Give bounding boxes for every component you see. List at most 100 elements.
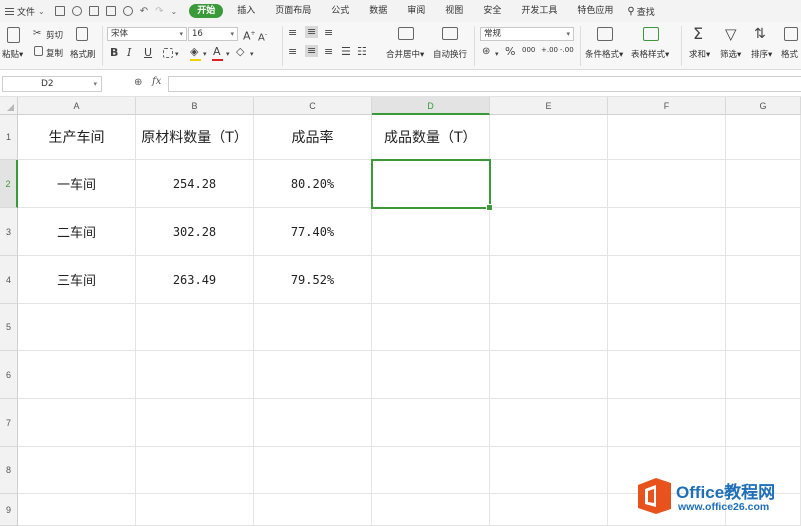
row-header-9[interactable]: 9 (0, 494, 18, 526)
tab-special[interactable]: 特色应用 (567, 0, 623, 22)
undo-icon[interactable]: ↶ (140, 6, 148, 17)
font-shrink-button[interactable]: A- (258, 29, 267, 44)
format-painter-icon[interactable] (76, 27, 88, 41)
chevron-down-icon[interactable]: ▾ (226, 48, 230, 60)
bold-button[interactable]: B (110, 47, 118, 59)
format-painter-button[interactable]: 格式刷 (70, 48, 96, 60)
decrease-decimal-button[interactable]: -.00 (560, 46, 574, 54)
tab-security[interactable]: 安全 (473, 0, 511, 22)
sort-button[interactable]: 排序▾ (751, 48, 772, 60)
cell-e3[interactable] (490, 208, 608, 256)
column-header-d[interactable]: D (372, 97, 490, 115)
row-header-3[interactable]: 3 (0, 208, 18, 256)
font-grow-button[interactable]: A+ (243, 28, 256, 43)
cell-a2[interactable]: 一车间 (18, 160, 136, 208)
tab-formulas[interactable]: 公式 (321, 0, 359, 22)
cell-e7[interactable] (490, 399, 608, 447)
chevron-down-icon[interactable]: ▾ (495, 48, 499, 60)
merge-center-icon[interactable] (398, 27, 414, 40)
align-right-icon[interactable]: ≡ (324, 46, 333, 58)
cell-b3[interactable]: 302.28 (136, 208, 254, 256)
chevron-down-icon[interactable]: ▾ (250, 48, 254, 60)
tab-data[interactable]: 数据 (359, 0, 397, 22)
font-name-select[interactable]: 宋体 ▾ (107, 27, 187, 41)
sort-icon[interactable]: ⇅ (754, 26, 766, 42)
tab-home[interactable]: 开始 (189, 4, 224, 18)
cell-d8[interactable] (372, 447, 490, 494)
wrap-text-icon[interactable] (442, 27, 458, 40)
fill-color-icon[interactable]: ◈ (190, 46, 198, 58)
cell-e4[interactable] (490, 256, 608, 304)
chevron-down-icon[interactable]: ▾ (203, 48, 207, 60)
cell-b2[interactable]: 254.28 (136, 160, 254, 208)
cell-c9[interactable] (254, 494, 372, 526)
cell-f5[interactable] (608, 304, 726, 351)
conditional-format-icon[interactable] (597, 27, 613, 41)
cell-a1[interactable]: 生产车间 (18, 115, 136, 160)
print-icon[interactable] (88, 6, 99, 16)
cell-a5[interactable] (18, 304, 136, 351)
print-preview-icon[interactable] (105, 6, 116, 16)
name-box[interactable]: D2 ▾ (2, 76, 102, 92)
justify-icon[interactable]: ☰ (341, 46, 351, 58)
copy-icon[interactable] (34, 46, 43, 56)
tab-developer[interactable]: 开发工具 (511, 0, 567, 22)
paste-icon[interactable] (7, 27, 20, 43)
search-button[interactable]: ⚲ 查找 (627, 5, 654, 18)
cell-g3[interactable] (726, 208, 801, 256)
sum-button[interactable]: 求和▾ (689, 48, 710, 60)
cell-g2[interactable] (726, 160, 801, 208)
font-color-button[interactable]: A (213, 46, 221, 58)
cell-b6[interactable] (136, 351, 254, 399)
row-header-4[interactable]: 4 (0, 256, 18, 304)
cell-f6[interactable] (608, 351, 726, 399)
cell-d7[interactable] (372, 399, 490, 447)
cell-b4[interactable]: 263.49 (136, 256, 254, 304)
row-header-5[interactable]: 5 (0, 304, 18, 351)
conditional-format-button[interactable]: 条件格式▾ (585, 48, 623, 60)
align-bottom-icon[interactable]: ≡ (324, 27, 333, 39)
cell-g6[interactable] (726, 351, 801, 399)
increase-decimal-button[interactable]: +.00 (541, 46, 558, 54)
chevron-down-icon[interactable]: ▾ (175, 48, 179, 60)
review-icon[interactable] (122, 6, 133, 16)
cell-e6[interactable] (490, 351, 608, 399)
align-middle-icon[interactable]: ≡ (305, 26, 319, 38)
cell-c8[interactable] (254, 447, 372, 494)
cell-b9[interactable] (136, 494, 254, 526)
align-center-icon[interactable]: ≡ (305, 45, 319, 57)
filter-icon[interactable]: ▽ (725, 26, 737, 42)
row-header-1[interactable]: 1 (0, 115, 18, 160)
formula-input[interactable] (168, 76, 801, 92)
column-header-a[interactable]: A (18, 97, 136, 115)
cell-g1[interactable] (726, 115, 801, 160)
cell-c4[interactable]: 79.52% (254, 256, 372, 304)
insert-function-button[interactable]: fx (152, 76, 161, 87)
cell-b8[interactable] (136, 447, 254, 494)
format-button[interactable]: 格式 (781, 48, 798, 60)
cell-a4[interactable]: 三车间 (18, 256, 136, 304)
row-header-6[interactable]: 6 (0, 351, 18, 399)
cell-d9[interactable] (372, 494, 490, 526)
cell-f2[interactable] (608, 160, 726, 208)
cell-a7[interactable] (18, 399, 136, 447)
tab-insert[interactable]: 插入 (227, 0, 265, 22)
cell-c7[interactable] (254, 399, 372, 447)
cell-g4[interactable] (726, 256, 801, 304)
cell-c2[interactable]: 80.20% (254, 160, 372, 208)
copy-button[interactable]: 复制 (46, 47, 63, 59)
cell-c5[interactable] (254, 304, 372, 351)
italic-button[interactable]: I (127, 47, 131, 59)
sum-icon[interactable]: Σ (693, 26, 703, 42)
cell-d5[interactable] (372, 304, 490, 351)
select-all-button[interactable] (0, 97, 18, 115)
save-icon[interactable] (54, 6, 65, 16)
cell-c1[interactable]: 成品率 (254, 115, 372, 160)
align-top-icon[interactable]: ≡ (288, 27, 297, 39)
cell-c6[interactable] (254, 351, 372, 399)
scissors-icon[interactable]: ✂ (33, 28, 41, 40)
cell-e9[interactable] (490, 494, 608, 526)
cell-d3[interactable] (372, 208, 490, 256)
wrap-text-button[interactable]: 自动换行 (433, 48, 467, 60)
underline-button[interactable]: U (144, 47, 152, 59)
